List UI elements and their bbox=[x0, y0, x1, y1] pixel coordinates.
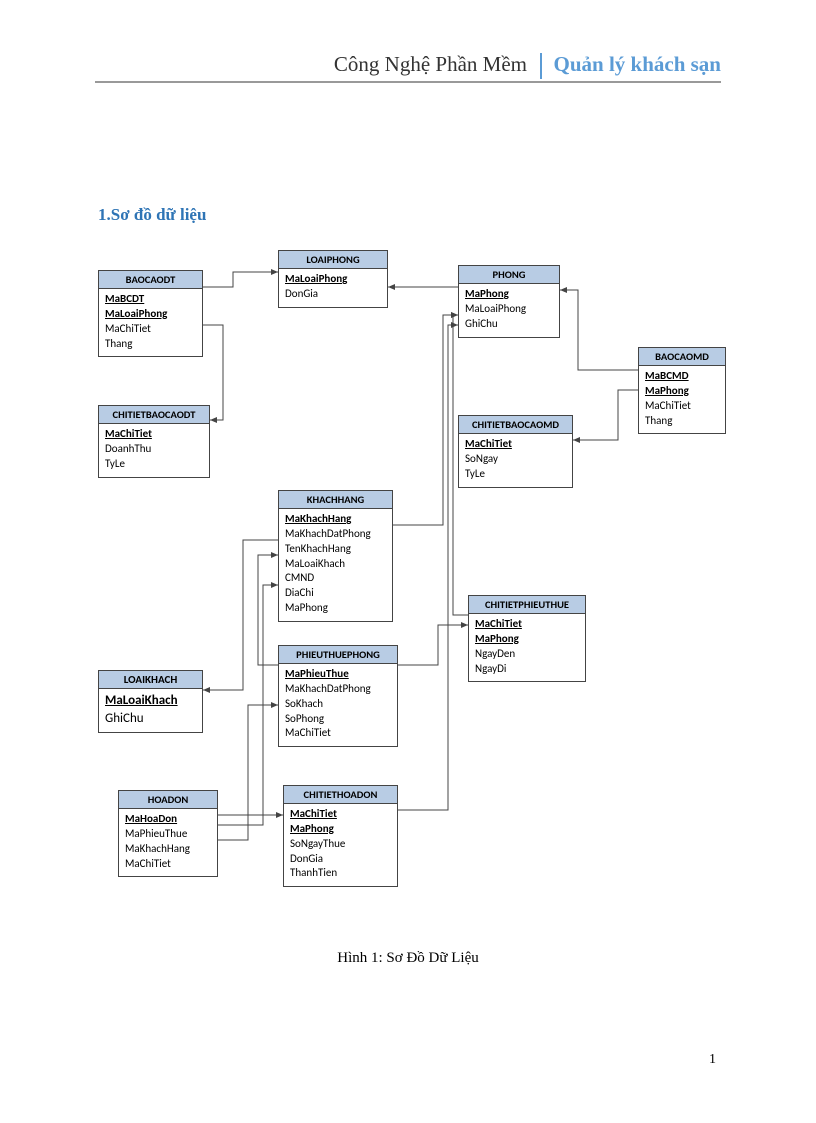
entity-body: MaHoaDon MaPhieuThue MaKhachHang MaChiTi… bbox=[119, 809, 217, 876]
entity-baocaodt: BAOCAODT MaBCDT MaLoaiPhong MaChiTiet Th… bbox=[98, 270, 203, 357]
entity-body: MaLoaiKhach GhiChu bbox=[99, 689, 202, 732]
section-title: 1.Sơ đồ dữ liệu bbox=[98, 205, 206, 225]
entity-loaikhach: LOAIKHACH MaLoaiKhach GhiChu bbox=[98, 670, 203, 733]
entity-title: PHIEUTHUEPHONG bbox=[279, 646, 397, 664]
entity-body: MaChiTiet SoNgay TyLe bbox=[459, 434, 572, 487]
entity-loaiphong: LOAIPHONG MaLoaiPhong DonGia bbox=[278, 250, 388, 308]
entity-body: MaBCMD MaPhong MaChiTiet Thang bbox=[639, 366, 725, 433]
entity-body: MaChiTiet MaPhong SoNgayThue DonGia Than… bbox=[284, 804, 397, 886]
entity-title: CHITIETPHIEUTHUE bbox=[469, 596, 585, 614]
entity-hoadon: HOADON MaHoaDon MaPhieuThue MaKhachHang … bbox=[118, 790, 218, 877]
header-divider bbox=[540, 53, 542, 79]
entity-chitietbaocaomd: CHITIETBAOCAOMD MaChiTiet SoNgay TyLe bbox=[458, 415, 573, 488]
header-right-text: Quản lý khách sạn bbox=[554, 52, 722, 76]
page-header: Công Nghệ Phần Mềm Quản lý khách sạn bbox=[95, 52, 721, 83]
entity-chitiethoadon: CHITIETHOADON MaChiTiet MaPhong SoNgayTh… bbox=[283, 785, 398, 887]
entity-title: PHONG bbox=[459, 266, 559, 284]
entity-body: MaBCDT MaLoaiPhong MaChiTiet Thang bbox=[99, 289, 202, 356]
figure-caption: Hình 1: Sơ Đồ Dữ Liệu bbox=[0, 950, 816, 967]
entity-body: MaChiTiet MaPhong NgayDen NgayDi bbox=[469, 614, 585, 681]
entity-title: CHITIETHOADON bbox=[284, 786, 397, 804]
entity-body: MaLoaiPhong DonGia bbox=[279, 269, 387, 307]
entity-body: MaChiTiet DoanhThu TyLe bbox=[99, 424, 209, 477]
header-left-text: Công Nghệ Phần Mềm bbox=[334, 52, 527, 76]
entity-baocaomd: BAOCAOMD MaBCMD MaPhong MaChiTiet Thang bbox=[638, 347, 726, 434]
entity-phong: PHONG MaPhong MaLoaiPhong GhiChu bbox=[458, 265, 560, 338]
entity-body: MaKhachHang MaKhachDatPhong TenKhachHang… bbox=[279, 509, 392, 621]
entity-title: BAOCAODT bbox=[99, 271, 202, 289]
entity-chitietbaocaodt: CHITIETBAOCAODT MaChiTiet DoanhThu TyLe bbox=[98, 405, 210, 478]
entity-title: HOADON bbox=[119, 791, 217, 809]
entity-body: MaPhieuThue MaKhachDatPhong SoKhach SoPh… bbox=[279, 664, 397, 746]
page-number: 1 bbox=[709, 1052, 716, 1068]
entity-title: KHACHHANG bbox=[279, 491, 392, 509]
entity-title: LOAIKHACH bbox=[99, 671, 202, 689]
entity-khachhang: KHACHHANG MaKhachHang MaKhachDatPhong Te… bbox=[278, 490, 393, 622]
entity-title: CHITIETBAOCAOMD bbox=[459, 416, 572, 434]
entity-body: MaPhong MaLoaiPhong GhiChu bbox=[459, 284, 559, 337]
entity-title: LOAIPHONG bbox=[279, 251, 387, 269]
entity-title: CHITIETBAOCAODT bbox=[99, 406, 209, 424]
er-diagram: BAOCAODT MaBCDT MaLoaiPhong MaChiTiet Th… bbox=[98, 245, 726, 925]
entity-phieuthuephong: PHIEUTHUEPHONG MaPhieuThue MaKhachDatPho… bbox=[278, 645, 398, 747]
entity-chitietphieuthue: CHITIETPHIEUTHUE MaChiTiet MaPhong NgayD… bbox=[468, 595, 586, 682]
entity-title: BAOCAOMD bbox=[639, 348, 725, 366]
